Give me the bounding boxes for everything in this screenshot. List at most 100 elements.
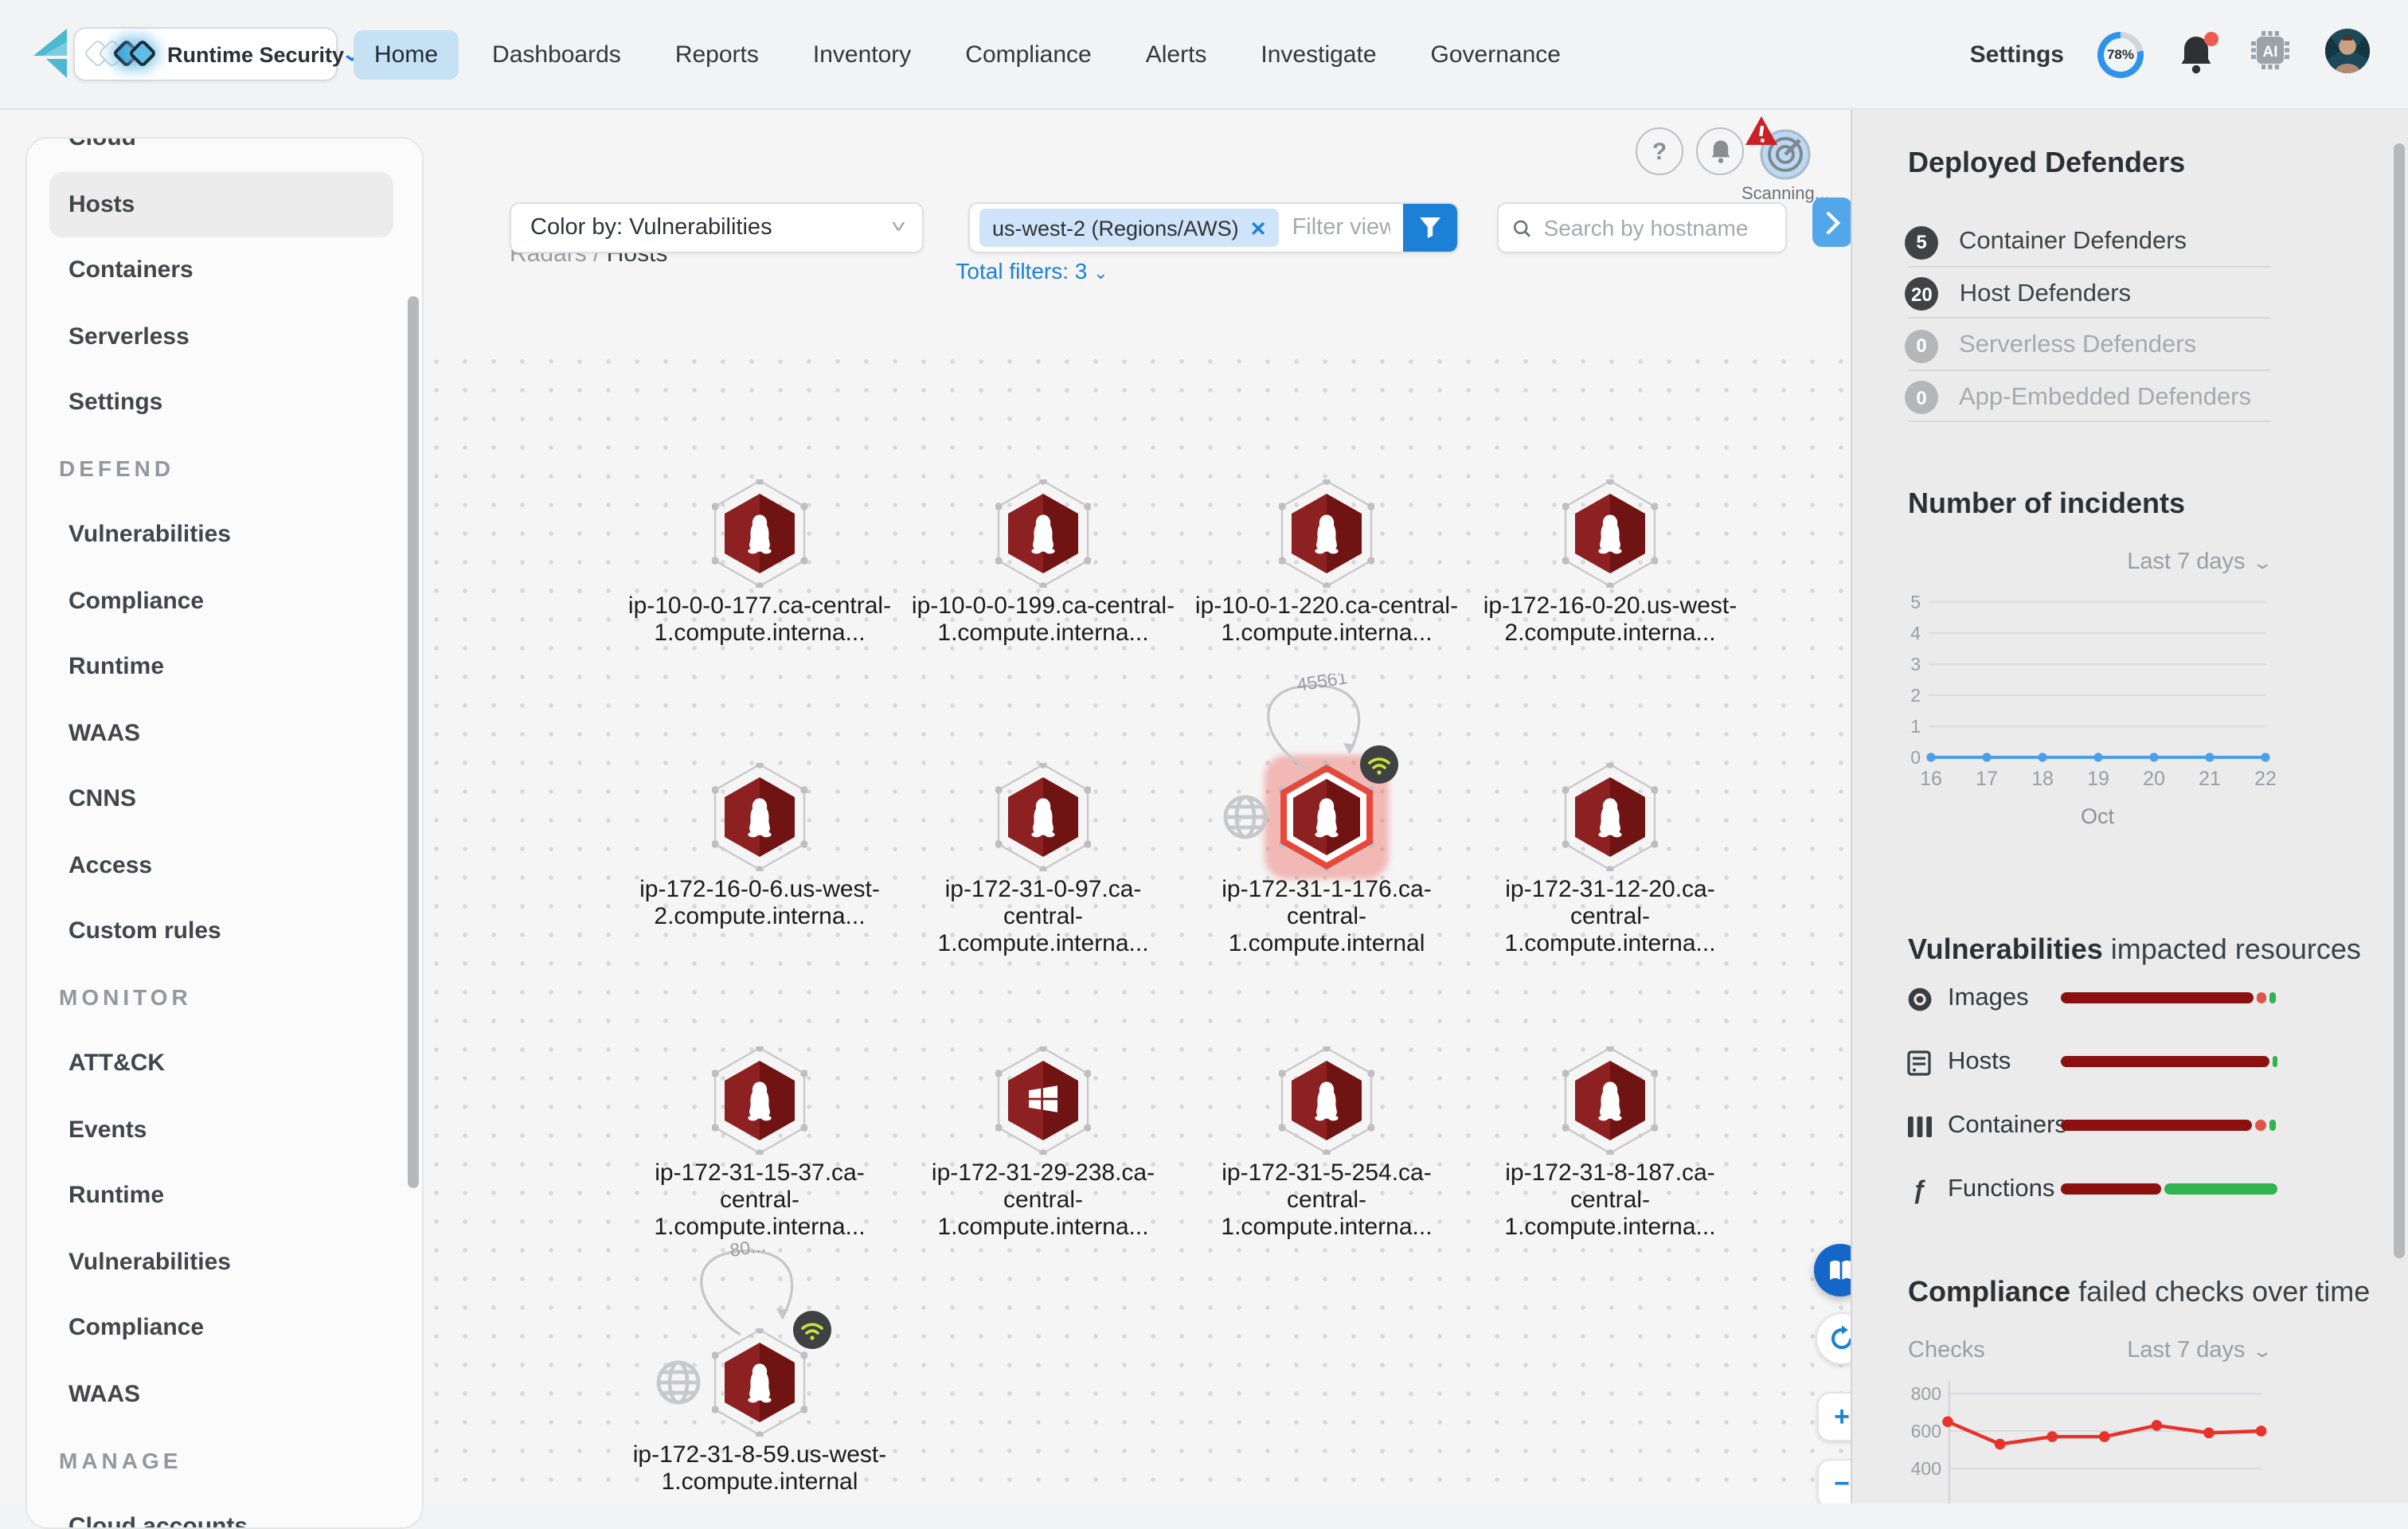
vuln-resource-row: Images	[1905, 981, 2029, 1016]
host-node[interactable]: ip-10-0-0-199.ca-central-1.compute.inter…	[908, 479, 1179, 647]
tab-compliance[interactable]: Compliance	[944, 29, 1112, 79]
defender-count-badge: 0	[1905, 381, 1938, 414]
sidebar-item-serverless[interactable]: Serverless	[27, 303, 422, 370]
sidebar-item-custom-rules[interactable]: Custom rules	[27, 898, 422, 964]
defender-count-badge: 5	[1905, 225, 1938, 259]
host-label: ip-10-0-0-177.ca-central-1.compute.inter…	[624, 592, 895, 647]
host-node[interactable]: ip-172-16-0-6.us-west-2.compute.interna.…	[624, 763, 895, 930]
color-by-select[interactable]: Color by: Vulnerabilities ˅	[510, 202, 924, 253]
bar-segment-critical	[2061, 1120, 2252, 1131]
credits-donut[interactable]: 78%	[2097, 31, 2144, 77]
zoom-out-button[interactable]: −	[1817, 1459, 1851, 1504]
host-label: ip-172-31-1-176.ca-central-1.compute.int…	[1191, 876, 1462, 957]
host-node[interactable]: ip-172-31-0-97.ca-central-1.compute.inte…	[908, 763, 1179, 957]
defender-count-badge: 0	[1905, 329, 1938, 362]
chevron-down-icon: ⌄	[1093, 264, 1108, 284]
sidebar-item-runtime[interactable]: Runtime	[27, 634, 422, 700]
sidebar-item-vulnerabilities[interactable]: Vulnerabilities	[27, 1229, 422, 1295]
main-nav: HomeDashboards ReportsInventoryCompliance…	[354, 0, 1581, 108]
vuln-resource-label: Functions	[1948, 1175, 2054, 1204]
ai-assistant-icon[interactable]: AI	[2249, 29, 2292, 80]
canvas-bell-icon[interactable]	[1696, 127, 1744, 175]
linux-os-icon	[1591, 513, 1629, 554]
divider	[1908, 265, 2271, 267]
tab-governance[interactable]: Governance	[1410, 29, 1581, 79]
vulnerabilities-title: Vulnerabilities impacted resources	[1908, 933, 2361, 967]
panel-scrollbar[interactable]	[2394, 143, 2405, 1258]
bar-segment-critical	[2061, 1183, 2162, 1195]
bar-segment-ok	[2165, 1183, 2277, 1195]
incidents-range-select[interactable]: Last 7 days⌄	[2127, 549, 2269, 575]
product-switcher[interactable]: Runtime Security ⌄	[73, 27, 338, 81]
svg-text:5: 5	[1910, 592, 1921, 612]
header-right: Settings 78% AI	[1970, 0, 2370, 108]
host-node[interactable]: ip-172-31-29-238.ca-central-1.compute.in…	[908, 1046, 1179, 1241]
sidebar-item-waas[interactable]: WAAS	[27, 700, 422, 766]
host-node[interactable]: 80... ip-172-31-8-59.us-west-1.compute.i…	[624, 1328, 895, 1496]
sidebar-item-runtime[interactable]: Runtime	[27, 1163, 422, 1229]
scanning-indicator[interactable]	[1753, 123, 1814, 183]
avatar[interactable]	[2325, 28, 2370, 80]
host-node[interactable]: ip-10-0-0-177.ca-central-1.compute.inter…	[624, 479, 895, 647]
tab-alerts[interactable]: Alerts	[1125, 29, 1228, 79]
host-node[interactable]: ip-172-31-15-37.ca-central-1.compute.int…	[624, 1046, 895, 1241]
sidebar-item-hosts[interactable]: Hosts	[49, 171, 393, 237]
help-icon[interactable]: ?	[1636, 127, 1683, 175]
app: Runtime Security ⌄ HomeDashboards Reports…	[0, 0, 2408, 1504]
vuln-resource-label: Hosts	[1948, 1048, 2011, 1077]
sidebar-item-compliance[interactable]: Compliance	[27, 568, 422, 634]
notifications-bell-icon[interactable]	[2177, 33, 2215, 75]
tab-reports[interactable]: Reports	[655, 29, 780, 79]
zoom-in-button[interactable]: +	[1817, 1392, 1851, 1441]
host-node[interactable]: ip-172-16-0-20.us-west-2.compute.interna…	[1475, 479, 1745, 647]
filter-input[interactable]	[1280, 215, 1403, 240]
sidebar-item-access[interactable]: Access	[27, 832, 422, 898]
search-input[interactable]	[1541, 213, 1771, 242]
apply-filter-button[interactable]	[1403, 202, 1457, 253]
bar-segment-high	[2255, 1120, 2266, 1131]
sidebar-item-settings[interactable]: Settings	[27, 370, 422, 436]
host-node[interactable]: ip-10-0-1-220.ca-central-1.compute.inter…	[1191, 479, 1462, 647]
chip-remove-icon[interactable]: ✕	[1250, 216, 1267, 240]
host-label: ip-172-16-0-20.us-west-2.compute.interna…	[1475, 592, 1745, 647]
sidebar-item-cloud[interactable]: Cloud	[27, 137, 422, 171]
chevron-down-icon: ⌄	[2251, 1341, 2273, 1362]
compliance-range-select[interactable]: Last 7 days⌄	[2127, 1338, 2269, 1363]
sidebar-item-containers[interactable]: Containers	[27, 237, 422, 303]
linux-os-icon	[741, 1362, 779, 1403]
sidebar-item-cnns[interactable]: CNNS	[27, 766, 422, 832]
sidebar-item-cloud-accounts[interactable]: Cloud accounts	[27, 1493, 422, 1529]
bar-segment-critical	[2061, 992, 2254, 1003]
sidebar-scrollbar[interactable]	[408, 296, 419, 1188]
vuln-resource-label: Images	[1948, 984, 2029, 1013]
host-node[interactable]: ip-172-31-8-187.ca-central-1.compute.int…	[1475, 1046, 1745, 1241]
sidebar-item-vulnerabilities[interactable]: Vulnerabilities	[27, 502, 422, 568]
svg-text:80...: 80...	[729, 1239, 767, 1261]
tab-dashboards[interactable]: Dashboards	[471, 29, 642, 79]
defender-label: App-Embedded Defenders	[1959, 383, 2251, 412]
tab-investigate[interactable]: Investigate	[1240, 29, 1397, 79]
notification-dot	[2204, 32, 2218, 46]
sidebar-item-waas[interactable]: WAAS	[27, 1361, 422, 1427]
tab-inventory[interactable]: Inventory	[792, 29, 932, 79]
svg-text:3: 3	[1910, 654, 1921, 675]
svg-text:21: 21	[2199, 768, 2221, 790]
svg-text:17: 17	[1976, 768, 1998, 790]
tab-home[interactable]: Home	[354, 29, 459, 79]
settings-link[interactable]: Settings	[1970, 41, 2064, 68]
sidebar: CloudHostsContainersServerlessSettingsDE…	[25, 137, 424, 1529]
expand-panel-button[interactable]	[1812, 197, 1851, 247]
right-panel: Deployed Defenders 5Container Defenders2…	[1851, 108, 2408, 1504]
host-node[interactable]: ip-172-31-12-20.ca-central-1.compute.int…	[1475, 763, 1745, 957]
sidebar-item-events[interactable]: Events	[27, 1097, 422, 1163]
linux-os-icon	[1591, 1080, 1629, 1121]
linux-os-icon	[741, 796, 779, 838]
sidebar-item-att-ck[interactable]: ATT&CK	[27, 1030, 422, 1097]
incidents-chart: 54321016171819202122Oct	[1897, 586, 2279, 833]
host-node[interactable]: 45561 ip-172-31-1-176.ca-central-1.compu…	[1191, 763, 1462, 957]
filter-chip[interactable]: us-west-2 (Regions/AWS) ✕	[979, 209, 1280, 247]
sidebar-item-compliance[interactable]: Compliance	[27, 1295, 422, 1361]
sidebar-section-manage: MANAGE	[27, 1427, 422, 1493]
total-filters-toggle[interactable]: Total filters: 3 ⌄	[892, 258, 1172, 284]
host-node[interactable]: ip-172-31-5-254.ca-central-1.compute.int…	[1191, 1046, 1462, 1241]
